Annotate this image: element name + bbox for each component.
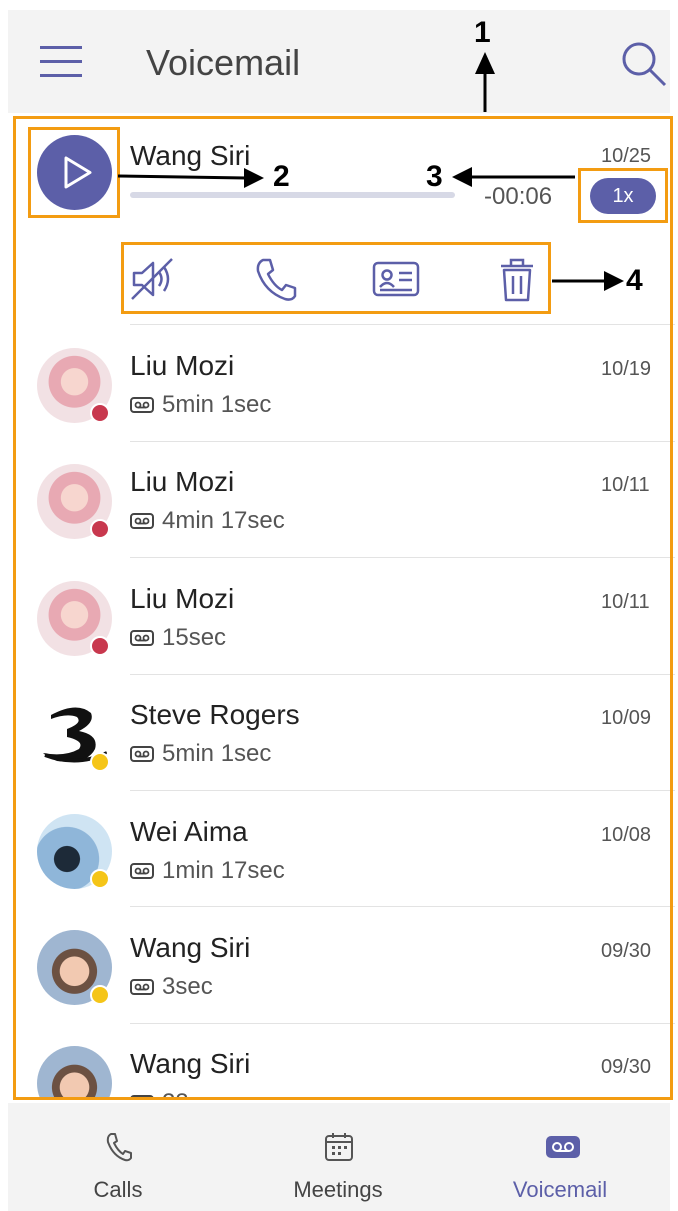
callout-2: 2 <box>273 160 290 193</box>
nav-label-voicemail: Voicemail <box>512 1177 608 1202</box>
nav-label-meetings: Meetings <box>293 1177 383 1202</box>
nav-tab-voicemail[interactable]: Voicemail <box>450 1103 670 1211</box>
nav-label-calls: Calls <box>93 1177 143 1202</box>
voicemail-icon <box>545 1131 580 1163</box>
nav-tab-calls[interactable]: Calls <box>8 1103 228 1211</box>
annotation-arrows <box>117 52 624 291</box>
nav-tab-meetings[interactable]: Meetings <box>228 1103 448 1211</box>
calendar-icon <box>323 1131 355 1163</box>
phone-icon <box>103 1131 135 1163</box>
callout-4: 4 <box>626 264 643 297</box>
callout-3: 3 <box>426 160 443 193</box>
callout-1: 1 <box>474 16 491 49</box>
bottom-navigation: Calls Meetings Voicemail <box>8 1103 670 1211</box>
